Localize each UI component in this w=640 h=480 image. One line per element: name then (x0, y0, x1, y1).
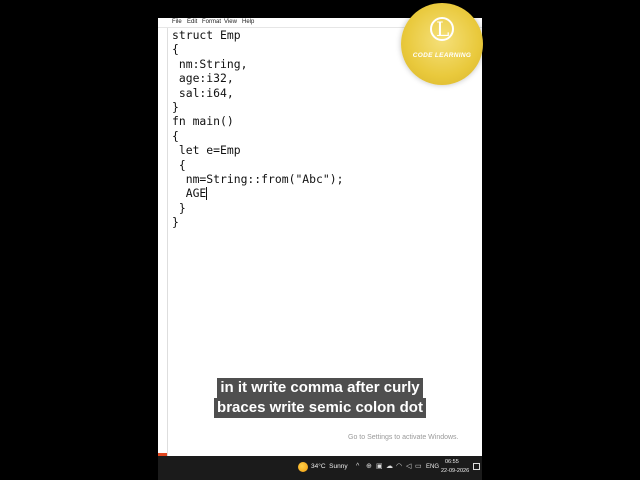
weather-status[interactable]: 34°C Sunny (311, 462, 348, 472)
editor-gutter (158, 28, 168, 456)
menu-format[interactable]: Format (202, 18, 221, 27)
chevron-up-icon[interactable]: ^ (356, 462, 359, 472)
battery-icon[interactable]: ▭ (415, 462, 422, 472)
clock-time[interactable]: 06:55 (445, 458, 459, 466)
caption-line: in it write comma after curly (217, 378, 423, 398)
activation-watermark: Go to Settings to activate Windows. (348, 434, 459, 441)
notification-icon[interactable] (473, 463, 480, 470)
code-line: age:i32, (172, 71, 234, 85)
logo-text: CODE LEARNING (412, 52, 472, 59)
logo-letter: L (436, 17, 450, 41)
code-line: } (172, 201, 186, 215)
menu-help[interactable]: Help (242, 18, 254, 27)
caption-line: braces write semic colon dot (214, 398, 426, 418)
code-line: let e=Emp (172, 143, 241, 157)
taskbar: 34°C Sunny ^ ⊕ ▣ ☁ ◠ ◁ ▭ ENG 06:55 22-09… (158, 456, 482, 480)
video-caption: in it write comma after curly braces wri… (212, 378, 428, 418)
code-line: } (172, 215, 179, 229)
code-line: struct Emp (172, 28, 241, 42)
sun-icon[interactable] (298, 462, 308, 472)
code-line: { (172, 129, 179, 143)
code-line: nm:String, (172, 57, 248, 71)
menu-file[interactable]: File (172, 18, 182, 27)
speaker-icon[interactable]: ◁ (406, 462, 411, 472)
network-icon[interactable]: ⊕ (366, 462, 372, 472)
menu-edit[interactable]: Edit (187, 18, 197, 27)
code-line: } (172, 100, 179, 114)
wifi-icon[interactable]: ◠ (396, 462, 402, 472)
code-line: nm=String::from("Abc"); (172, 172, 344, 186)
code-line: AGE (172, 186, 207, 200)
menu-view[interactable]: View (224, 18, 237, 27)
cloud-icon[interactable]: ☁ (386, 462, 393, 472)
clock-date[interactable]: 22-09-2026 (441, 467, 469, 475)
language-indicator[interactable]: ENG (426, 462, 439, 472)
code-line: { (172, 42, 179, 56)
text-caret (206, 187, 207, 200)
channel-logo: L CODE LEARNING (401, 3, 483, 85)
camera-icon[interactable]: ▣ (376, 462, 383, 472)
code-line: { (172, 158, 186, 172)
code-line: sal:i64, (172, 86, 234, 100)
code-line: fn main() (172, 114, 234, 128)
